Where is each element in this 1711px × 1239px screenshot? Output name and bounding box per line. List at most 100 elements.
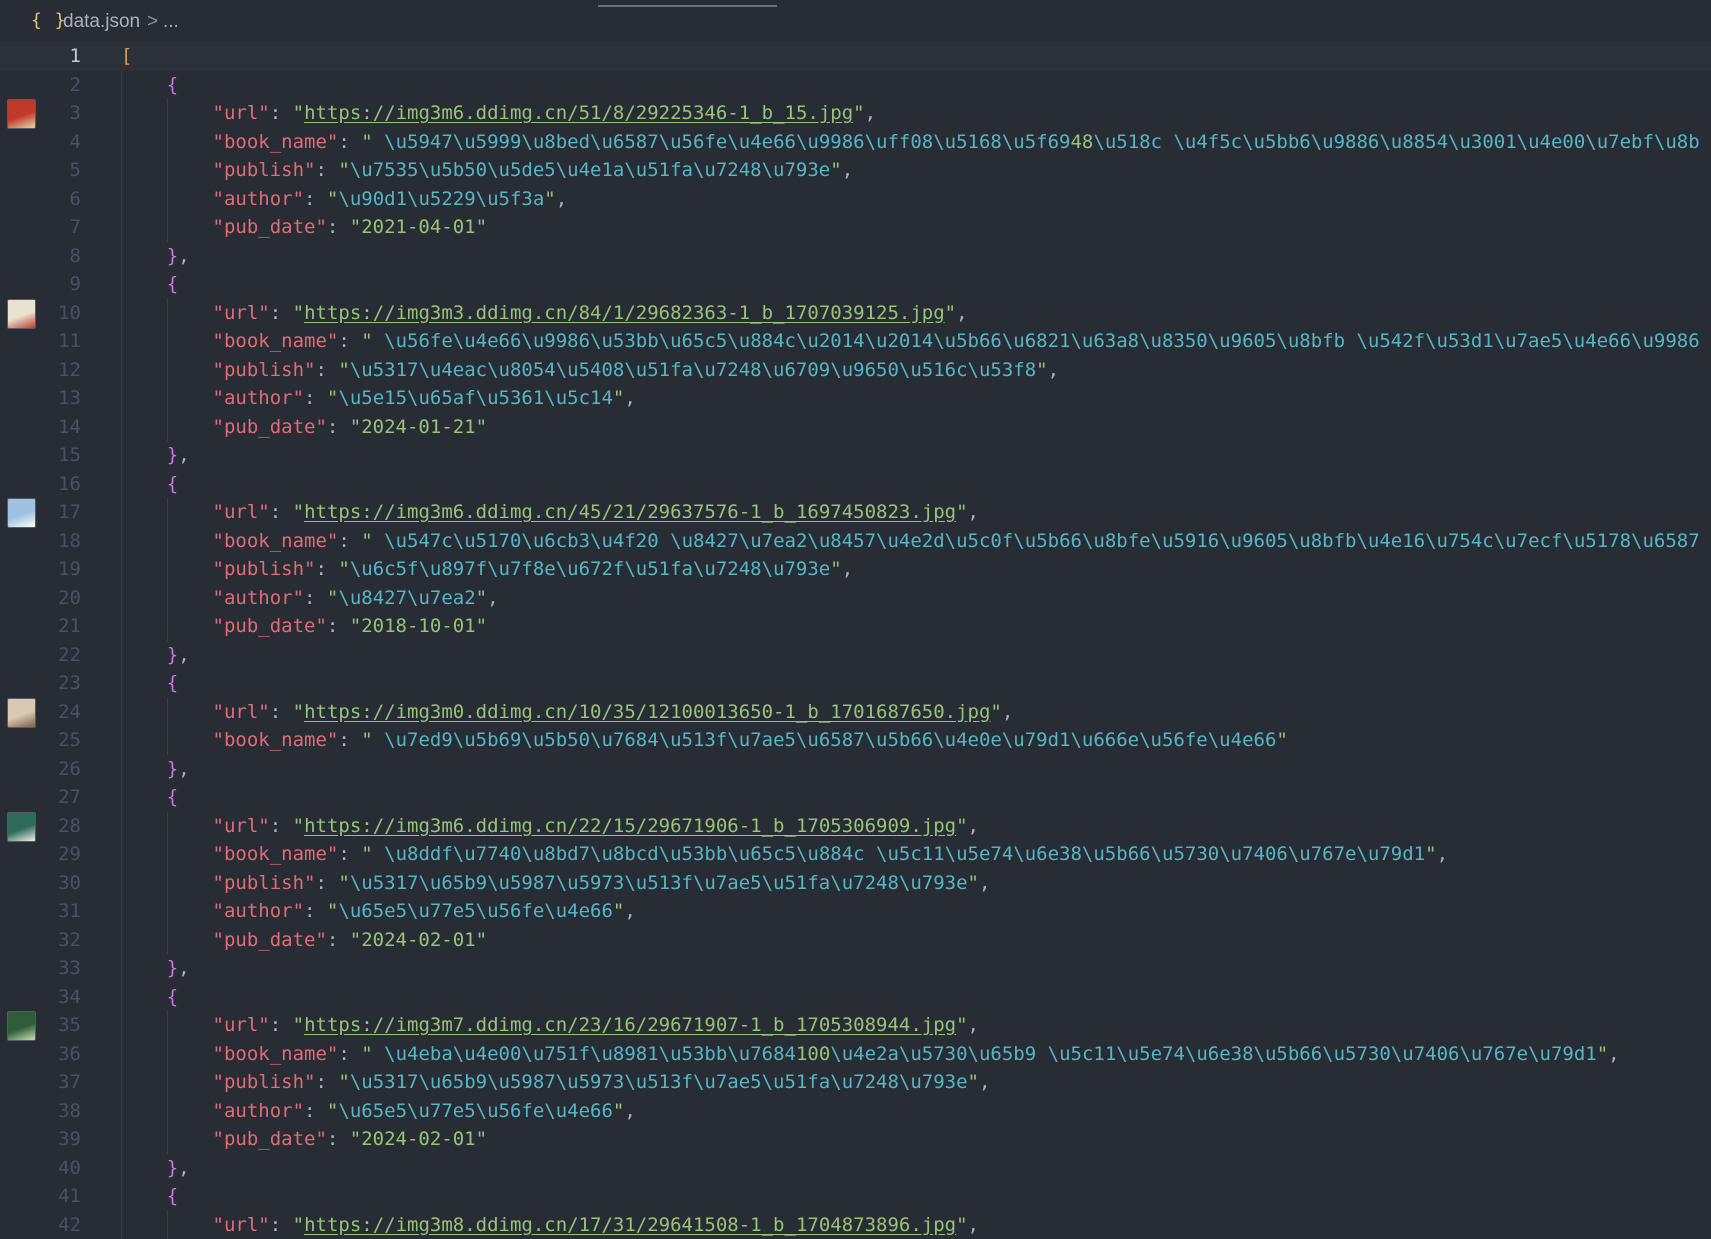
code-line[interactable]: 30 "publish": "\u5317\u65b9\u5987\u5973\… [0,869,1711,898]
code-text[interactable]: { [121,983,1711,1012]
line-number[interactable]: 8 [0,242,81,271]
code-text[interactable]: "publish": "\u6c5f\u897f\u7f8e\u672f\u51… [121,555,1711,584]
code-line[interactable]: 8 }, [0,242,1711,271]
code-text[interactable]: "url": "https://img3m7.ddimg.cn/23/16/29… [121,1011,1711,1040]
cover-thumbnail[interactable] [7,498,36,528]
cover-thumbnail[interactable] [7,299,36,329]
code-line[interactable]: 7 "pub_date": "2021-04-01" [0,213,1711,242]
code-text[interactable]: }, [121,755,1711,784]
code-line[interactable]: 15 }, [0,441,1711,470]
horizontal-scrollbar-thumb[interactable] [598,5,777,7]
line-number[interactable]: 38 [0,1097,81,1126]
code-text[interactable]: "book_name": " \u5947\u5999\u8bed\u6587\… [121,128,1711,157]
line-number[interactable]: 11 [0,327,81,356]
code-text[interactable]: "pub_date": "2018-10-01" [121,612,1711,641]
cover-thumbnail[interactable] [7,812,36,842]
line-number[interactable]: 2 [0,71,81,100]
line-number[interactable]: 9 [0,270,81,299]
code-text[interactable]: "publish": "\u5317\u4eac\u8054\u5408\u51… [121,356,1711,385]
code-text[interactable]: "book_name": " \u547c\u5170\u6cb3\u4f20 … [121,527,1711,556]
code-line[interactable]: 42 "url": "https://img3m8.ddimg.cn/17/31… [0,1211,1711,1239]
code-line[interactable]: 11 "book_name": " \u56fe\u4e66\u9986\u53… [0,327,1711,356]
code-line[interactable]: 37 "publish": "\u5317\u65b9\u5987\u5973\… [0,1068,1711,1097]
code-line[interactable]: 31 "author": "\u65e5\u77e5\u56fe\u4e66", [0,897,1711,926]
line-number[interactable]: 33 [0,954,81,983]
code-line[interactable]: 19 "publish": "\u6c5f\u897f\u7f8e\u672f\… [0,555,1711,584]
breadcrumb-file[interactable]: data.json [63,11,140,33]
code-line[interactable]: 25 "book_name": " \u7ed9\u5b69\u5b50\u76… [0,726,1711,755]
line-number[interactable]: 30 [0,869,81,898]
line-number[interactable]: 29 [0,840,81,869]
code-text[interactable]: { [121,1182,1711,1211]
line-number[interactable]: 12 [0,356,81,385]
code-line[interactable]: 13 "author": "\u5e15\u65af\u5361\u5c14", [0,384,1711,413]
line-number[interactable]: 1 [0,42,81,71]
code-line[interactable]: 3 "url": "https://img3m6.ddimg.cn/51/8/2… [0,99,1711,128]
code-line[interactable]: 26 }, [0,755,1711,784]
code-text[interactable]: "author": "\u65e5\u77e5\u56fe\u4e66", [121,897,1711,926]
line-number[interactable]: 15 [0,441,81,470]
code-text[interactable]: "book_name": " \u8ddf\u7740\u8bd7\u8bcd\… [121,840,1711,869]
code-line[interactable]: 12 "publish": "\u5317\u4eac\u8054\u5408\… [0,356,1711,385]
line-number[interactable]: 25 [0,726,81,755]
code-text[interactable]: "url": "https://img3m0.ddimg.cn/10/35/12… [121,698,1711,727]
code-line[interactable]: 9 { [0,270,1711,299]
code-text[interactable]: }, [121,242,1711,271]
code-line[interactable]: 27 { [0,783,1711,812]
code-line[interactable]: 2 { [0,71,1711,100]
line-number[interactable]: 20 [0,584,81,613]
breadcrumb-symbols[interactable]: ... [163,11,179,33]
code-line[interactable]: 39 "pub_date": "2024-02-01" [0,1125,1711,1154]
line-number[interactable]: 26 [0,755,81,784]
code-text[interactable]: }, [121,441,1711,470]
code-text[interactable]: }, [121,954,1711,983]
line-number[interactable]: 37 [0,1068,81,1097]
code-line[interactable]: 14 "pub_date": "2024-01-21" [0,413,1711,442]
code-line[interactable]: 35 "url": "https://img3m7.ddimg.cn/23/16… [0,1011,1711,1040]
code-text[interactable]: "url": "https://img3m6.ddimg.cn/51/8/292… [121,99,1711,128]
code-line[interactable]: 1[ [0,42,1711,71]
code-line[interactable]: 38 "author": "\u65e5\u77e5\u56fe\u4e66", [0,1097,1711,1126]
code-line[interactable]: 36 "book_name": " \u4eba\u4e00\u751f\u89… [0,1040,1711,1069]
code-text[interactable]: { [121,669,1711,698]
code-line[interactable]: 10 "url": "https://img3m3.ddimg.cn/84/1/… [0,299,1711,328]
code-text[interactable]: "publish": "\u5317\u65b9\u5987\u5973\u51… [121,869,1711,898]
code-text[interactable]: { [121,470,1711,499]
code-text[interactable]: { [121,270,1711,299]
code-line[interactable]: 18 "book_name": " \u547c\u5170\u6cb3\u4f… [0,527,1711,556]
code-text[interactable]: "book_name": " \u4eba\u4e00\u751f\u8981\… [121,1040,1711,1069]
code-text[interactable]: "url": "https://img3m6.ddimg.cn/22/15/29… [121,812,1711,841]
code-line[interactable]: 16 { [0,470,1711,499]
line-number[interactable]: 6 [0,185,81,214]
line-number[interactable]: 4 [0,128,81,157]
line-number[interactable]: 41 [0,1182,81,1211]
cover-thumbnail[interactable] [7,1011,36,1041]
code-line[interactable]: 23 { [0,669,1711,698]
line-number[interactable]: 32 [0,926,81,955]
code-line[interactable]: 29 "book_name": " \u8ddf\u7740\u8bd7\u8b… [0,840,1711,869]
line-number[interactable]: 14 [0,413,81,442]
code-text[interactable]: "pub_date": "2024-02-01" [121,1125,1711,1154]
code-text[interactable]: "publish": "\u5317\u65b9\u5987\u5973\u51… [121,1068,1711,1097]
code-line[interactable]: 4 "book_name": " \u5947\u5999\u8bed\u658… [0,128,1711,157]
code-line[interactable]: 32 "pub_date": "2024-02-01" [0,926,1711,955]
code-line[interactable]: 33 }, [0,954,1711,983]
line-number[interactable]: 5 [0,156,81,185]
code-line[interactable]: 6 "author": "\u90d1\u5229\u5f3a", [0,185,1711,214]
line-number[interactable]: 40 [0,1154,81,1183]
code-editor[interactable]: 1[2 {3 "url": "https://img3m6.ddimg.cn/5… [0,42,1711,1232]
code-text[interactable]: "pub_date": "2024-01-21" [121,413,1711,442]
cover-thumbnail[interactable] [7,698,36,728]
code-text[interactable]: { [121,783,1711,812]
line-number[interactable]: 13 [0,384,81,413]
cover-thumbnail[interactable] [7,99,36,129]
line-number[interactable]: 21 [0,612,81,641]
code-text[interactable]: "author": "\u65e5\u77e5\u56fe\u4e66", [121,1097,1711,1126]
code-text[interactable]: "book_name": " \u56fe\u4e66\u9986\u53bb\… [121,327,1711,356]
code-text[interactable]: "url": "https://img3m6.ddimg.cn/45/21/29… [121,498,1711,527]
code-text[interactable]: }, [121,641,1711,670]
code-text[interactable]: { [121,71,1711,100]
line-number[interactable]: 42 [0,1211,81,1239]
code-line[interactable]: 20 "author": "\u8427\u7ea2", [0,584,1711,613]
line-number[interactable]: 36 [0,1040,81,1069]
